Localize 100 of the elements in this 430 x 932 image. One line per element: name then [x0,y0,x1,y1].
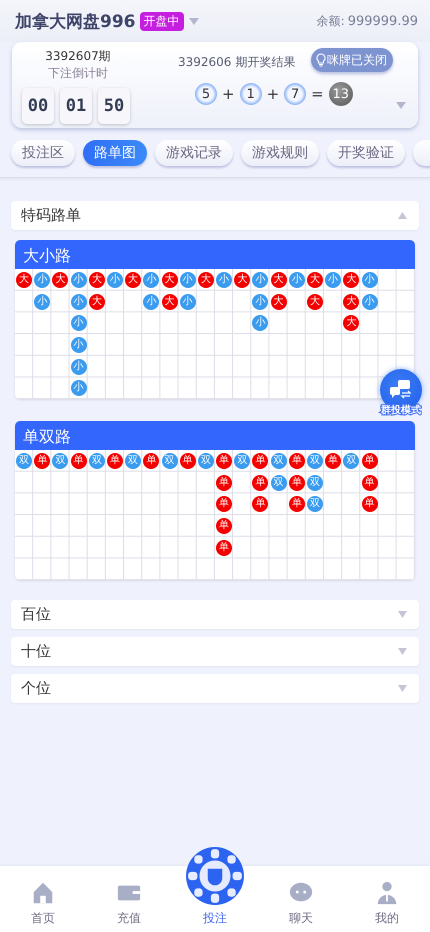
result-bead: 双 [306,496,323,512]
result-bead: 单 [362,474,378,491]
result-bead: 双 [52,452,68,469]
expand-caret-icon[interactable] [398,611,407,618]
result-bead: 单 [106,452,123,469]
result-bead: 小 [362,272,378,288]
squeeze-toggle-button[interactable]: 咪牌已关闭 [311,48,393,72]
result-bead: 双 [306,474,323,491]
collapse-header[interactable]: 百位 [11,600,419,630]
result-bead: 大 [270,294,287,310]
result-bead: 大 [52,272,68,288]
result-bead: 小 [252,294,268,310]
result-bead: 双 [234,452,250,469]
result-bead: 双 [88,452,105,469]
operator-sign: = [311,85,324,103]
nav-tab[interactable]: 投注 [172,846,258,932]
expand-caret-icon[interactable] [398,685,407,692]
section-title: 十位 [21,642,51,662]
result-ball: 5 [195,83,217,105]
result-bead: 小 [70,272,87,288]
result-bead: 大 [198,272,214,288]
result-bead: 单 [216,474,232,491]
result-bead: 双 [343,452,360,469]
countdown-digit: 50 [98,88,130,124]
result-bead: 单 [362,452,378,469]
collapse-header[interactable]: 个位 [11,674,419,704]
result-bead: 单 [70,452,87,469]
operator-sign: + [222,85,235,103]
result-bead: 大 [162,294,178,310]
result-bead: 双 [270,452,287,469]
result-bead: 单 [180,452,196,469]
result-bead: 小 [143,272,160,288]
tab-button[interactable]: 开奖验证 [327,140,405,166]
result-bead: 小 [325,272,342,288]
result-bead: 大 [125,272,142,288]
result-bead: 单 [288,452,305,469]
result-bead: 小 [70,358,87,375]
expand-caret-icon[interactable] [396,102,406,109]
result-bead: 大 [306,294,323,310]
countdown-digit: 01 [60,88,92,124]
result-bead: 单 [216,496,232,512]
balance-value: 999999.99 [348,14,418,28]
chat-bubbles-icon [389,380,413,400]
collapse-header[interactable]: 十位 [11,637,419,666]
nav-tab[interactable]: 我的 [344,866,430,932]
result-bead: 单 [252,474,268,491]
tab-button[interactable]: 游戏记录 [155,140,233,166]
countdown-label: 下注倒计时 [47,65,109,82]
status-badge: 开盘中 [140,12,184,30]
result-bead: 大 [162,272,178,288]
result-bead: 大 [270,272,287,288]
section-title: 特码路单 [21,206,81,225]
balance-label: 余额: [316,12,345,30]
nav-tab[interactable]: 首页 [0,866,86,932]
result-bead: 小 [252,272,268,288]
dropdown-caret-icon[interactable] [188,18,198,24]
result-bead: 大 [343,294,360,310]
result-bead: 小 [180,272,196,288]
collapse-caret-icon[interactable] [398,212,407,219]
result-bead: 单 [288,474,305,491]
result-bead: 双 [198,452,214,469]
result-ball: 1 [240,83,262,105]
result-bead: 单 [288,496,305,512]
result-bead: 小 [180,294,196,310]
result-bead: 双 [162,452,178,469]
result-bead: 小 [70,315,87,332]
tab-button[interactable]: 游戏规则 [241,140,319,166]
result-bead: 单 [325,452,342,469]
nav-tab[interactable]: 聊天 [258,866,344,932]
result-bead: 小 [362,294,378,310]
expand-caret-icon[interactable] [398,648,407,656]
result-bead: 单 [216,540,232,556]
result-bead: 大 [343,272,360,288]
section-title: 百位 [21,605,51,624]
lightbulb-icon [315,53,327,67]
result-bead: 双 [270,474,287,491]
result-bead: 单 [216,452,232,469]
result-bead: 小 [70,336,87,353]
result-bead: 小 [70,294,87,310]
result-bead: 小 [288,272,305,288]
tab-button[interactable]: 投注区 [11,140,75,166]
section-title: 个位 [21,679,51,698]
issue-number: 3392607期 [44,48,112,65]
tab-button[interactable]: 路单图 [83,140,147,166]
result-bead: 单 [252,452,268,469]
result-bead: 单 [252,496,268,512]
result-bead: 单 [34,452,50,469]
result-bead: 双 [125,452,142,469]
result-bead: 单 [216,518,232,534]
collapse-header[interactable]: 特码路单 [11,201,419,230]
result-bead: 双 [306,452,323,469]
result-bead: 大 [306,272,323,288]
result-bead: 大 [16,272,32,288]
result-bead: 小 [252,315,268,332]
result-bead: 双 [16,452,32,469]
result-bead: 小 [34,272,50,288]
result-bead: 单 [362,496,378,512]
road-title: 单双路 [15,421,415,450]
nav-tab[interactable]: 充值 [86,866,172,932]
road-title: 大小路 [15,240,415,269]
